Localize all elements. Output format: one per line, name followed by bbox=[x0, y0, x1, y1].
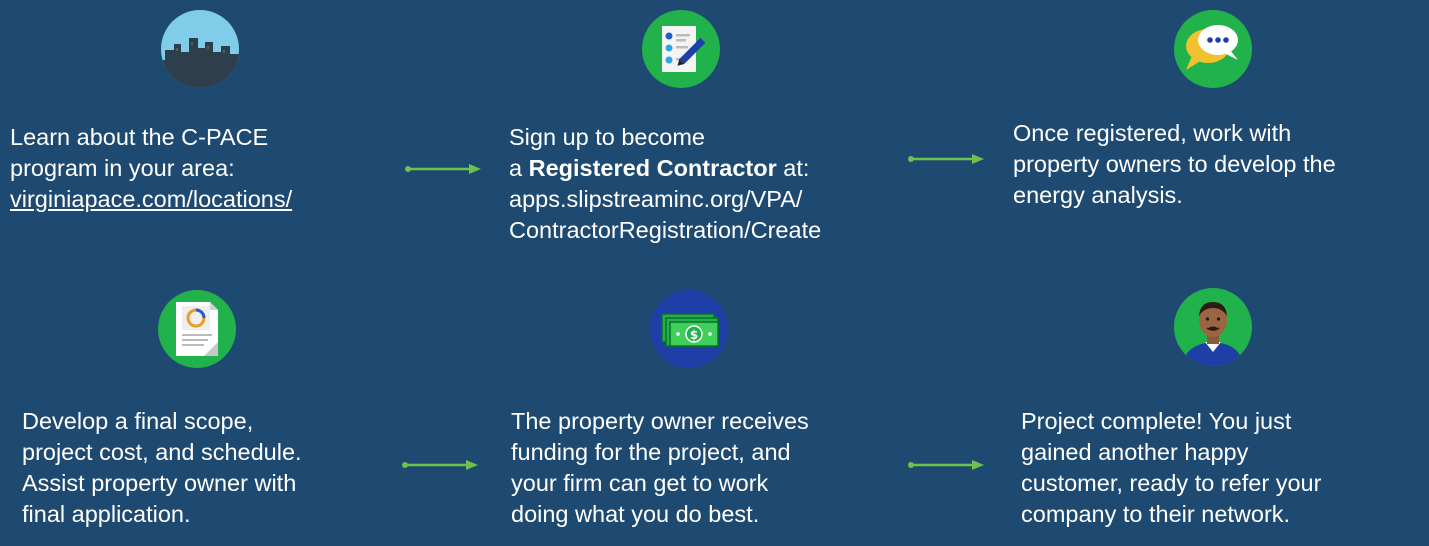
happy-customer-icon bbox=[1172, 286, 1254, 368]
step-3-line-1: Once registered, work with bbox=[1013, 120, 1292, 146]
step-2-line-3: apps.slipstreaminc.org/VPA/ bbox=[509, 186, 803, 212]
svg-text:$: $ bbox=[690, 328, 698, 342]
step-5-text: The property owner receives funding for … bbox=[511, 406, 809, 530]
step-6-text: Project complete! You just gained anothe… bbox=[1021, 406, 1321, 530]
report-document-icon bbox=[156, 288, 238, 370]
step-1-text: Learn about the C-PACE program in your a… bbox=[10, 122, 292, 215]
step-4-line-3: Assist property owner with bbox=[22, 470, 297, 496]
step-1-line-1: Learn about the C-PACE bbox=[10, 124, 269, 150]
flow-arrow-4-to-5 bbox=[402, 459, 478, 471]
checklist-pen-icon bbox=[640, 8, 722, 90]
step-2-line-1: Sign up to become bbox=[509, 124, 705, 150]
step-2-text: Sign up to become a Registered Contracto… bbox=[509, 122, 821, 246]
flow-arrow-1-to-2 bbox=[405, 163, 481, 175]
step-4-line-2: project cost, and schedule. bbox=[22, 439, 302, 465]
registered-contractor-label: Registered Contractor bbox=[528, 155, 777, 181]
step-6-line-4: company to their network. bbox=[1021, 501, 1291, 527]
step-4-text: Develop a final scope, project cost, and… bbox=[22, 406, 302, 530]
step-4-line-1: Develop a final scope, bbox=[22, 408, 254, 434]
step-3-line-3: energy analysis. bbox=[1013, 182, 1183, 208]
step-5-line-2: funding for the project, and bbox=[511, 439, 791, 465]
step-6-line-2: gained another happy bbox=[1021, 439, 1249, 465]
step-2-line-4: ContractorRegistration/Create bbox=[509, 217, 822, 243]
step-3-text: Once registered, work with property owne… bbox=[1013, 118, 1336, 211]
locations-link[interactable]: virginiapace.com/locations/ bbox=[10, 186, 292, 212]
step-6-line-1: Project complete! You just bbox=[1021, 408, 1292, 434]
flow-arrow-2-to-3 bbox=[908, 153, 984, 165]
flow-arrow-5-to-6 bbox=[908, 459, 984, 471]
city-skyline-icon bbox=[159, 8, 241, 90]
step-2-line-2: a Registered Contractor at: bbox=[509, 155, 810, 181]
step-6-line-3: customer, ready to refer your bbox=[1021, 470, 1322, 496]
chat-bubbles-icon bbox=[1172, 8, 1254, 90]
step-5-line-4: doing what you do best. bbox=[511, 501, 760, 527]
step-5-line-1: The property owner receives bbox=[511, 408, 809, 434]
money-stack-icon: $ bbox=[648, 288, 730, 370]
step-1-line-2: program in your area: bbox=[10, 155, 235, 181]
step-5-line-3: your firm can get to work bbox=[511, 470, 769, 496]
step-4-line-4: final application. bbox=[22, 501, 191, 527]
step-3-line-2: property owners to develop the bbox=[1013, 151, 1336, 177]
